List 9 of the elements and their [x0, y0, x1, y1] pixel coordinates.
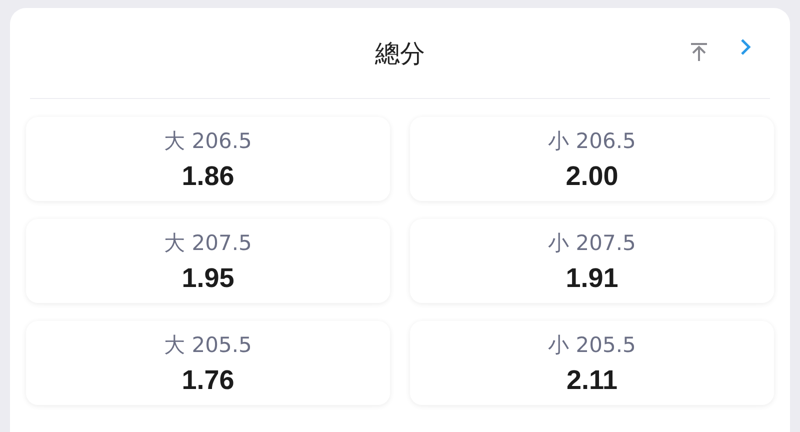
odds-button[interactable]: 小 205.5 2.11 — [410, 321, 774, 405]
odds-button[interactable]: 大 206.5 1.86 — [26, 117, 390, 201]
market-title: 總分 — [375, 38, 425, 70]
chevron-right-icon[interactable] — [740, 38, 752, 56]
pin-to-top-icon[interactable] — [690, 42, 708, 62]
odds-button[interactable]: 大 205.5 1.76 — [26, 321, 390, 405]
odds-button[interactable]: 小 206.5 2.00 — [410, 117, 774, 201]
odds-button[interactable]: 大 207.5 1.95 — [26, 219, 390, 303]
odds-button[interactable]: 小 207.5 1.91 — [410, 219, 774, 303]
